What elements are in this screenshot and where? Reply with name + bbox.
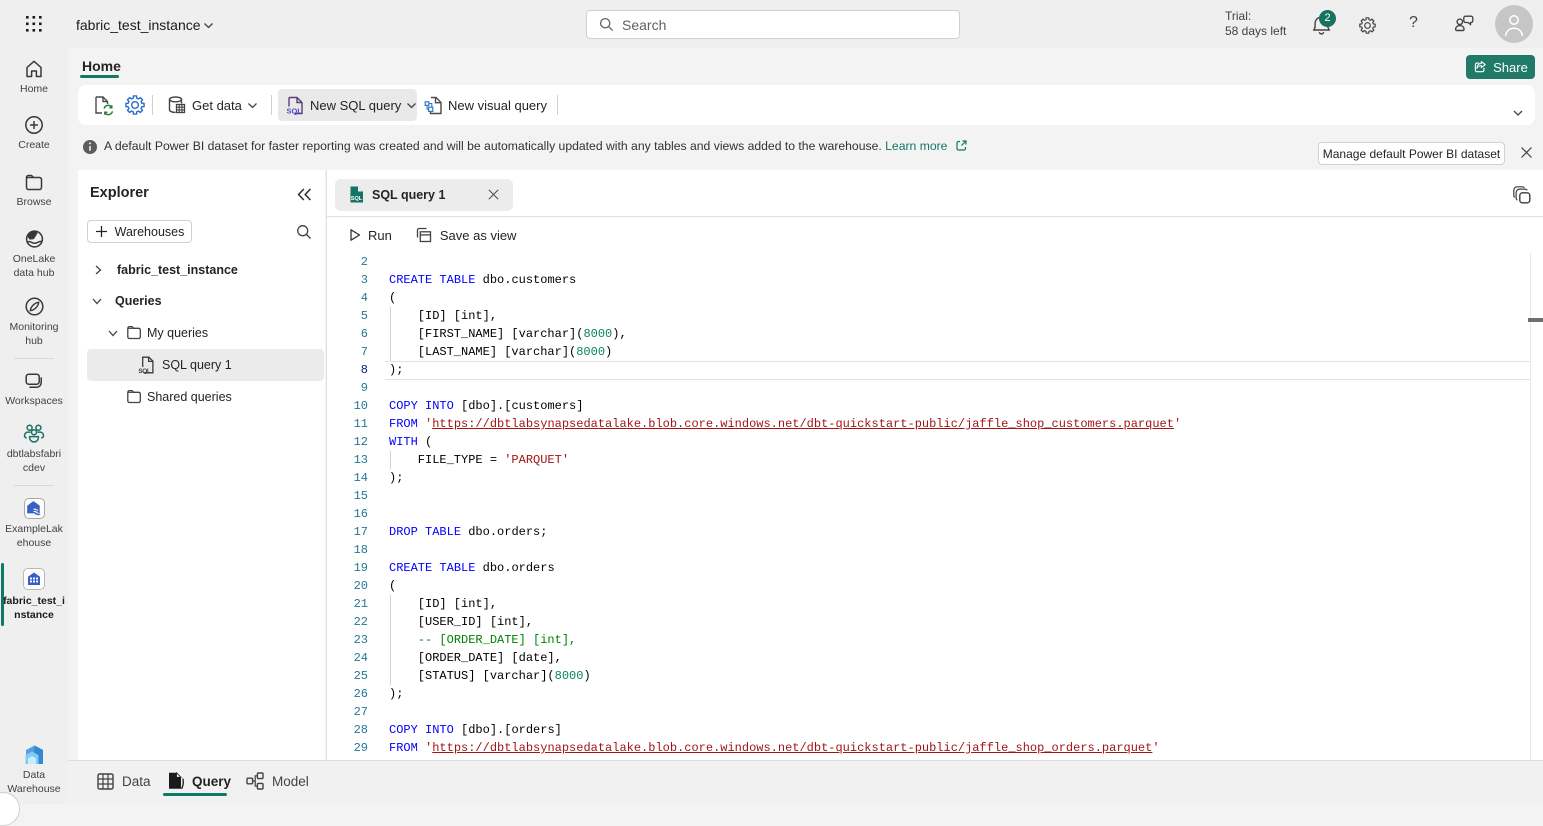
svg-text:SQL: SQL	[351, 196, 363, 202]
svg-text:SQL: SQL	[138, 367, 150, 373]
svg-text:SQL: SQL	[287, 106, 303, 115]
